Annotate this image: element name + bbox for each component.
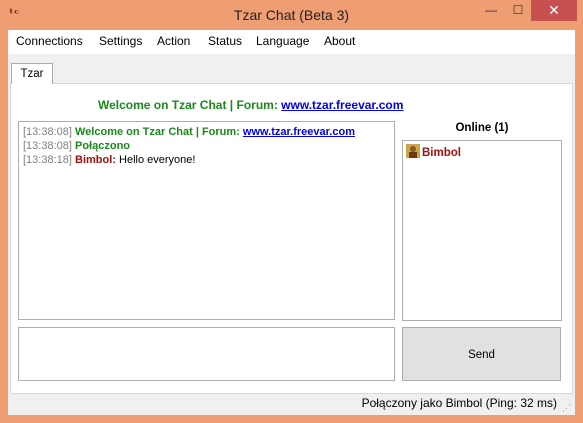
menu-connections[interactable]: Connections	[16, 30, 83, 52]
online-count: Online (1)	[455, 122, 509, 134]
welcome-text: Welcome on Tzar Chat | Forum:	[98, 98, 282, 112]
user-portrait-icon	[406, 144, 420, 158]
user-list-item[interactable]: Bimbol	[406, 144, 558, 160]
channel-welcome: Welcome on Tzar Chat | Forum: www.tzar.f…	[98, 98, 403, 114]
app-window: ᵗᶜ Tzar Chat (Beta 3) — ☐ ✕ Connections …	[0, 0, 583, 423]
menu-settings[interactable]: Settings	[99, 30, 142, 52]
message-time: [13:38:18]	[23, 154, 72, 166]
message-sender: Bimbol:	[75, 154, 116, 166]
message-text: Welcome on Tzar Chat | Forum:	[75, 126, 243, 138]
user-name: Bimbol	[422, 147, 461, 159]
title-bar[interactable]: ᵗᶜ Tzar Chat (Beta 3) — ☐ ✕	[0, 0, 583, 30]
forum-link[interactable]: www.tzar.freevar.com	[281, 98, 403, 112]
chat-log[interactable]: [13:38:08] Welcome on Tzar Chat | Forum:…	[18, 121, 395, 320]
client-area: Connections Settings Action Status Langu…	[8, 30, 575, 415]
chat-message: [13:38:18] Bimbol: Hello everyone!	[23, 153, 390, 167]
resize-grip-icon[interactable]: ⋰	[562, 402, 574, 414]
message-text: Połączono	[75, 140, 131, 152]
chat-message: [13:38:08] Połączono	[23, 139, 390, 153]
connection-status: Połączony jako Bimbol (Ping: 32 ms)	[361, 396, 557, 410]
tab-tzar[interactable]: Tzar	[11, 63, 53, 84]
message-input[interactable]	[18, 327, 395, 381]
user-list[interactable]: Bimbol	[402, 140, 562, 321]
message-time: [13:38:08]	[23, 126, 72, 138]
close-button[interactable]: ✕	[531, 0, 577, 21]
menu-language[interactable]: Language	[256, 30, 309, 52]
message-time: [13:38:08]	[23, 140, 72, 152]
maximize-button[interactable]: ☐	[505, 0, 531, 21]
message-text: Hello everyone!	[115, 154, 196, 166]
minimize-button[interactable]: —	[477, 0, 505, 21]
chat-message: [13:38:08] Welcome on Tzar Chat | Forum:…	[23, 125, 390, 139]
status-bar: Połączony jako Bimbol (Ping: 32 ms) ⋰	[8, 394, 575, 415]
send-button[interactable]: Send	[402, 327, 561, 381]
menu-status[interactable]: Status	[208, 30, 242, 52]
menu-about[interactable]: About	[324, 30, 355, 52]
message-link[interactable]: www.tzar.freevar.com	[243, 126, 355, 138]
menu-action[interactable]: Action	[157, 30, 190, 52]
menu-bar: Connections Settings Action Status Langu…	[8, 30, 575, 52]
